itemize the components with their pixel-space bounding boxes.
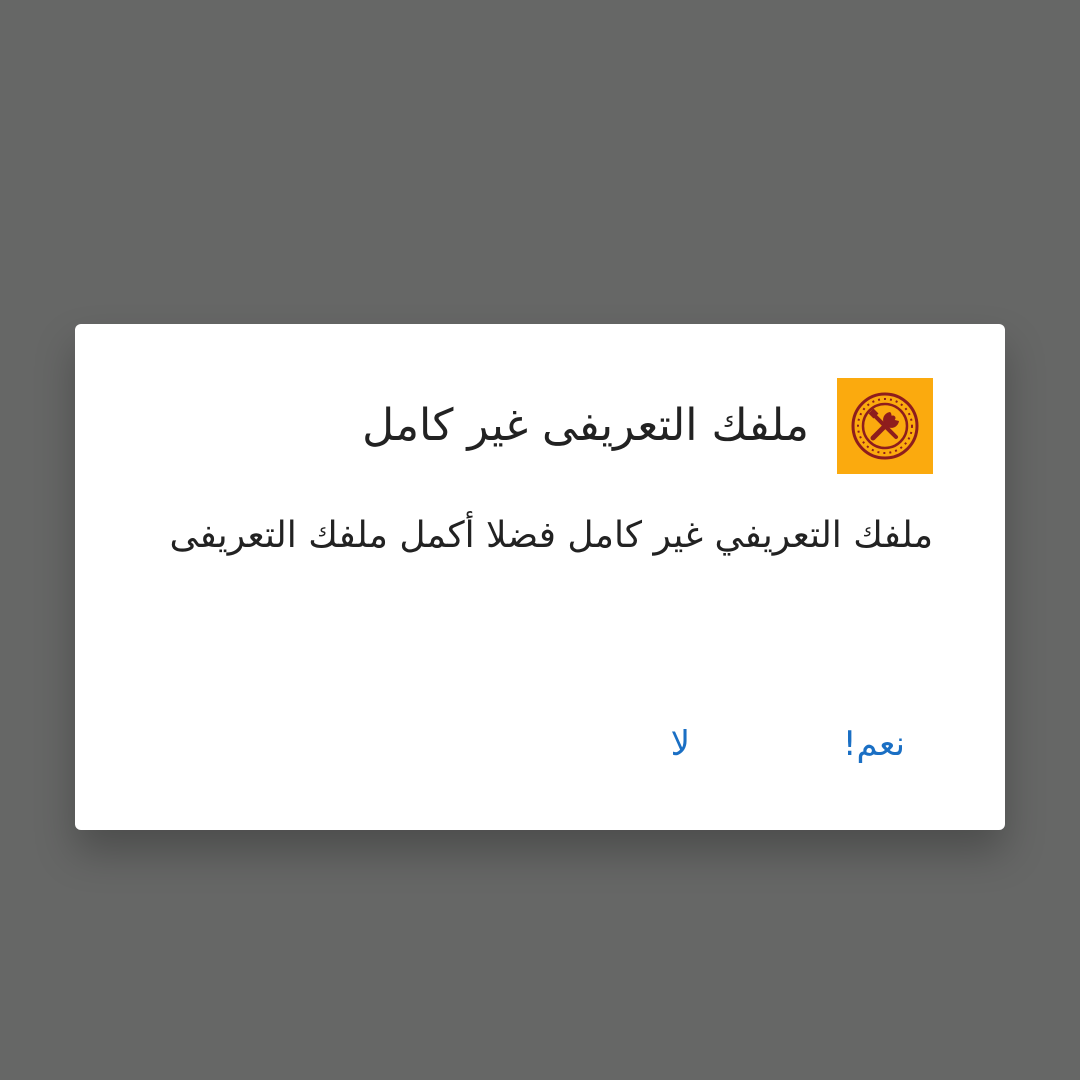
dialog-header: ملفك التعريفى غير كامل [147,378,933,474]
yes-button[interactable]: نعم! [843,714,905,774]
dialog-actions: نعم! لا [147,714,933,774]
dialog-title: ملفك التعريفى غير كامل [362,400,809,451]
wrench-screwdriver-gauge-icon [837,378,933,474]
settings-gauge-svg [851,392,919,460]
profile-incomplete-dialog: ملفك التعريفى غير كامل ملفك التعريفي غير… [75,324,1005,830]
dialog-message: ملفك التعريفي غير كامل فضلا أكمل ملفك ال… [169,515,933,556]
no-button[interactable]: لا [671,714,690,774]
